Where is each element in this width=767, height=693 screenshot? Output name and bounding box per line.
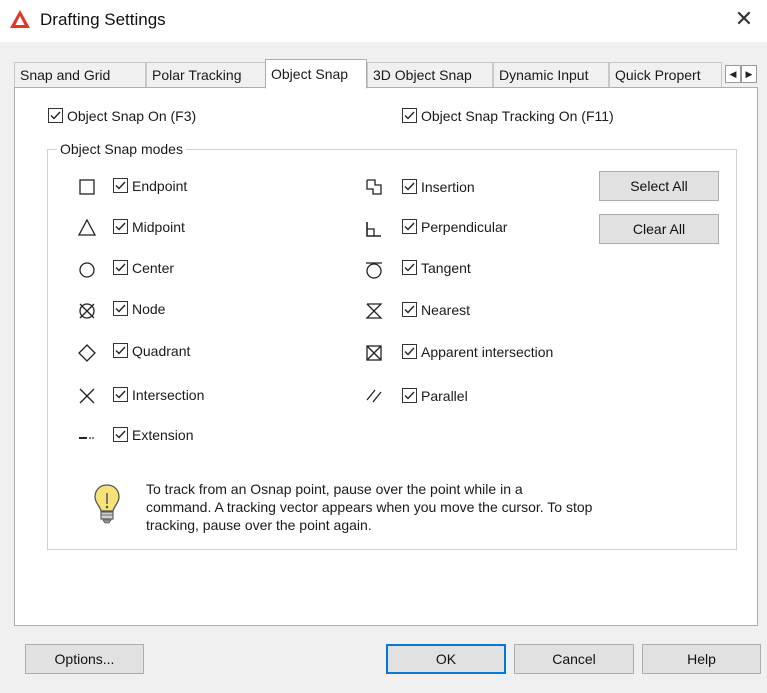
tip-line: tracking, pause over the point again. bbox=[146, 517, 372, 533]
tab-quick-properties[interactable]: Quick Propert bbox=[609, 62, 722, 88]
tab-scroll-right-icon[interactable]: ▶ bbox=[741, 65, 757, 83]
tracking-tip: To track from an Osnap point, pause over… bbox=[146, 480, 706, 534]
center-label: Center bbox=[132, 260, 175, 276]
tangent-label: Tangent bbox=[421, 260, 471, 276]
center-checkbox[interactable] bbox=[113, 260, 128, 275]
tip-line: To track from an Osnap point, pause over… bbox=[146, 481, 523, 497]
title-bar: Drafting Settings ✕ bbox=[0, 0, 767, 42]
clear-all-button[interactable]: Clear All bbox=[599, 214, 719, 244]
triangle-icon bbox=[77, 218, 97, 236]
tab-object-snap[interactable]: Object Snap bbox=[265, 59, 367, 89]
tab-3d-object-snap[interactable]: 3D Object Snap bbox=[367, 62, 493, 88]
parallel-icon bbox=[366, 389, 382, 403]
x-icon bbox=[79, 388, 95, 404]
window-title: Drafting Settings bbox=[40, 10, 166, 29]
perpendicular-label: Perpendicular bbox=[421, 219, 508, 235]
object-snap-tracking-on-checkbox[interactable] bbox=[402, 108, 417, 123]
perpendicular-checkbox[interactable] bbox=[402, 219, 417, 234]
select-all-button[interactable]: Select All bbox=[599, 171, 719, 201]
hourglass-icon bbox=[365, 303, 383, 319]
tab-snap-and-grid[interactable]: Snap and Grid bbox=[14, 62, 146, 88]
apparent-intersection-checkbox[interactable] bbox=[402, 344, 417, 359]
close-icon[interactable]: ✕ bbox=[731, 6, 757, 32]
tab-dynamic-input[interactable]: Dynamic Input bbox=[493, 62, 609, 88]
circle-icon bbox=[79, 262, 95, 278]
app-logo-icon bbox=[10, 10, 30, 28]
tip-line: command. A tracking vector appears when … bbox=[146, 499, 593, 515]
apparent-intersection-label: Apparent intersection bbox=[421, 344, 554, 360]
insertion-label: Insertion bbox=[421, 179, 475, 195]
square-icon bbox=[79, 179, 95, 195]
tab-strip: Snap and Grid Polar Tracking Object Snap… bbox=[14, 59, 758, 89]
quadrant-checkbox[interactable] bbox=[113, 343, 128, 358]
nearest-label: Nearest bbox=[421, 302, 471, 318]
ok-button[interactable]: OK bbox=[386, 644, 506, 674]
tab-polar-tracking[interactable]: Polar Tracking bbox=[146, 62, 266, 88]
extension-icon bbox=[79, 437, 94, 439]
diamond-icon bbox=[78, 344, 96, 362]
perpendicular-icon bbox=[366, 222, 381, 237]
endpoint-label: Endpoint bbox=[132, 178, 188, 194]
node-label: Node bbox=[132, 301, 166, 317]
insertion-checkbox[interactable] bbox=[402, 179, 417, 194]
nearest-checkbox[interactable] bbox=[402, 302, 417, 317]
object-snap-modes-title: Object Snap modes bbox=[57, 140, 186, 158]
object-snap-on-label: Object Snap On (F3) bbox=[67, 108, 197, 124]
object-snap-tracking-on-label: Object Snap Tracking On (F11) bbox=[421, 108, 614, 124]
parallel-checkbox[interactable] bbox=[402, 388, 417, 403]
intersection-checkbox[interactable] bbox=[113, 387, 128, 402]
tab-scroll-left-icon[interactable]: ◀ bbox=[725, 65, 741, 83]
insertion-icon bbox=[366, 179, 382, 195]
quadrant-label: Quadrant bbox=[132, 343, 191, 359]
object-snap-on-checkbox[interactable] bbox=[48, 108, 63, 123]
node-checkbox[interactable] bbox=[113, 301, 128, 316]
lightbulb-icon bbox=[94, 484, 120, 524]
intersection-label: Intersection bbox=[132, 387, 205, 403]
midpoint-checkbox[interactable] bbox=[113, 219, 128, 234]
extension-checkbox[interactable] bbox=[113, 427, 128, 442]
help-button[interactable]: Help bbox=[642, 644, 761, 674]
cancel-button[interactable]: Cancel bbox=[514, 644, 634, 674]
midpoint-label: Midpoint bbox=[132, 219, 185, 235]
extension-label: Extension bbox=[132, 427, 194, 443]
boxed-x-icon bbox=[366, 345, 382, 361]
tangent-icon bbox=[366, 262, 382, 279]
parallel-label: Parallel bbox=[421, 388, 468, 404]
node-icon bbox=[79, 303, 95, 319]
tangent-checkbox[interactable] bbox=[402, 260, 417, 275]
endpoint-checkbox[interactable] bbox=[113, 178, 128, 193]
options-button[interactable]: Options... bbox=[25, 644, 144, 674]
